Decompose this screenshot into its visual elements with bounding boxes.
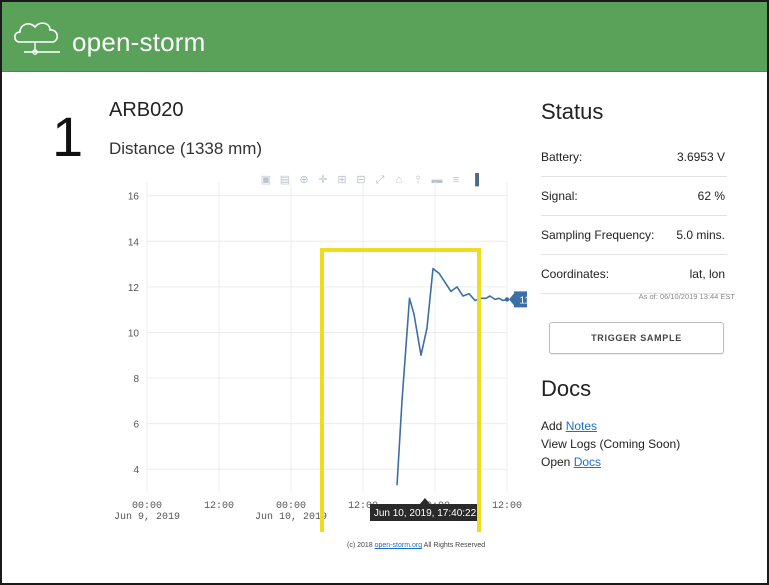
status-value: 62 % bbox=[697, 189, 725, 203]
y-tick-label: 14 bbox=[128, 237, 140, 248]
x-tick-date-label: Jun 10, 2019 bbox=[255, 512, 327, 523]
navbar: open-storm bbox=[2, 2, 767, 72]
x-tick-label: 12:00 bbox=[492, 501, 522, 512]
docs-open-prefix: Open bbox=[541, 455, 574, 469]
docs-notes-prefix: Add bbox=[541, 419, 566, 433]
status-title: Status bbox=[541, 99, 604, 124]
status-value: lat, lon bbox=[689, 267, 725, 281]
y-tick-label: 16 bbox=[128, 192, 140, 203]
highlight-box bbox=[320, 248, 481, 532]
footer-prefix: (c) 2018 bbox=[347, 542, 375, 549]
footer-suffix: All Rights Reserved bbox=[422, 542, 486, 549]
trigger-sample-button[interactable]: TRIGGER SAMPLE bbox=[549, 322, 724, 354]
x-tick-label: 12:00 bbox=[204, 501, 234, 512]
status-row: Sampling Frequency: 5.0 mins. bbox=[541, 216, 727, 255]
status-label: Coordinates: bbox=[541, 267, 610, 281]
brand-name[interactable]: open-storm bbox=[72, 27, 206, 58]
footer-link[interactable]: open-storm.org bbox=[375, 542, 422, 549]
y-tick-label: 4 bbox=[133, 465, 139, 476]
docs-link[interactable]: Docs bbox=[574, 455, 601, 469]
status-row: Battery: 3.6953 V bbox=[541, 138, 727, 177]
x-tick-date-label: Jun 9, 2019 bbox=[114, 512, 180, 523]
distance-series-line bbox=[396, 267, 508, 486]
hover-y-pointer bbox=[509, 293, 514, 306]
status-timestamp: As of: 06/10/2019 13:44 EST bbox=[638, 292, 735, 301]
x-tick-label: 00:00 bbox=[276, 501, 306, 512]
y-tick-label: 10 bbox=[128, 328, 140, 339]
status-row: Signal: 62 % bbox=[541, 177, 727, 216]
status-label: Sampling Frequency: bbox=[541, 228, 655, 242]
device-name: ARB020 bbox=[109, 99, 184, 121]
status-value: 3.6953 V bbox=[676, 150, 725, 164]
hover-point bbox=[504, 297, 510, 302]
docs-title: Docs bbox=[541, 376, 592, 401]
docs-notes-line: Add Notes bbox=[541, 419, 597, 433]
status-row: Coordinates: lat, lon bbox=[541, 255, 727, 294]
chart-title: Distance (1338 mm) bbox=[109, 139, 263, 158]
footer-copyright: (c) 2018 open-storm.org All Rights Reser… bbox=[347, 542, 485, 549]
docs-logs-line: View Logs (Coming Soon) bbox=[541, 437, 681, 451]
step-number: 1 bbox=[52, 105, 84, 168]
notes-link[interactable]: Notes bbox=[566, 419, 597, 433]
distance-chart[interactable]: 4681012141600:00Jun 9, 201912:00 00:00Jun… bbox=[107, 167, 527, 532]
page-frame: open-storm 1 ARB020 Distance (1338 mm) ▣… bbox=[0, 0, 769, 585]
cloud-network-logo-icon[interactable] bbox=[10, 18, 68, 60]
y-tick-label: 6 bbox=[133, 420, 139, 431]
status-label: Signal: bbox=[541, 189, 578, 203]
docs-open-line: Open Docs bbox=[541, 455, 601, 469]
status-value: 5.0 mins. bbox=[676, 228, 725, 242]
hover-x-label: Jun 10, 2019, 17:40:22 bbox=[374, 508, 477, 519]
hover-y-label: 11.45023 bbox=[520, 295, 527, 306]
status-label: Battery: bbox=[541, 150, 583, 164]
x-tick-label: 00:00 bbox=[132, 501, 162, 512]
y-tick-label: 12 bbox=[128, 283, 140, 294]
y-tick-label: 8 bbox=[133, 374, 139, 385]
